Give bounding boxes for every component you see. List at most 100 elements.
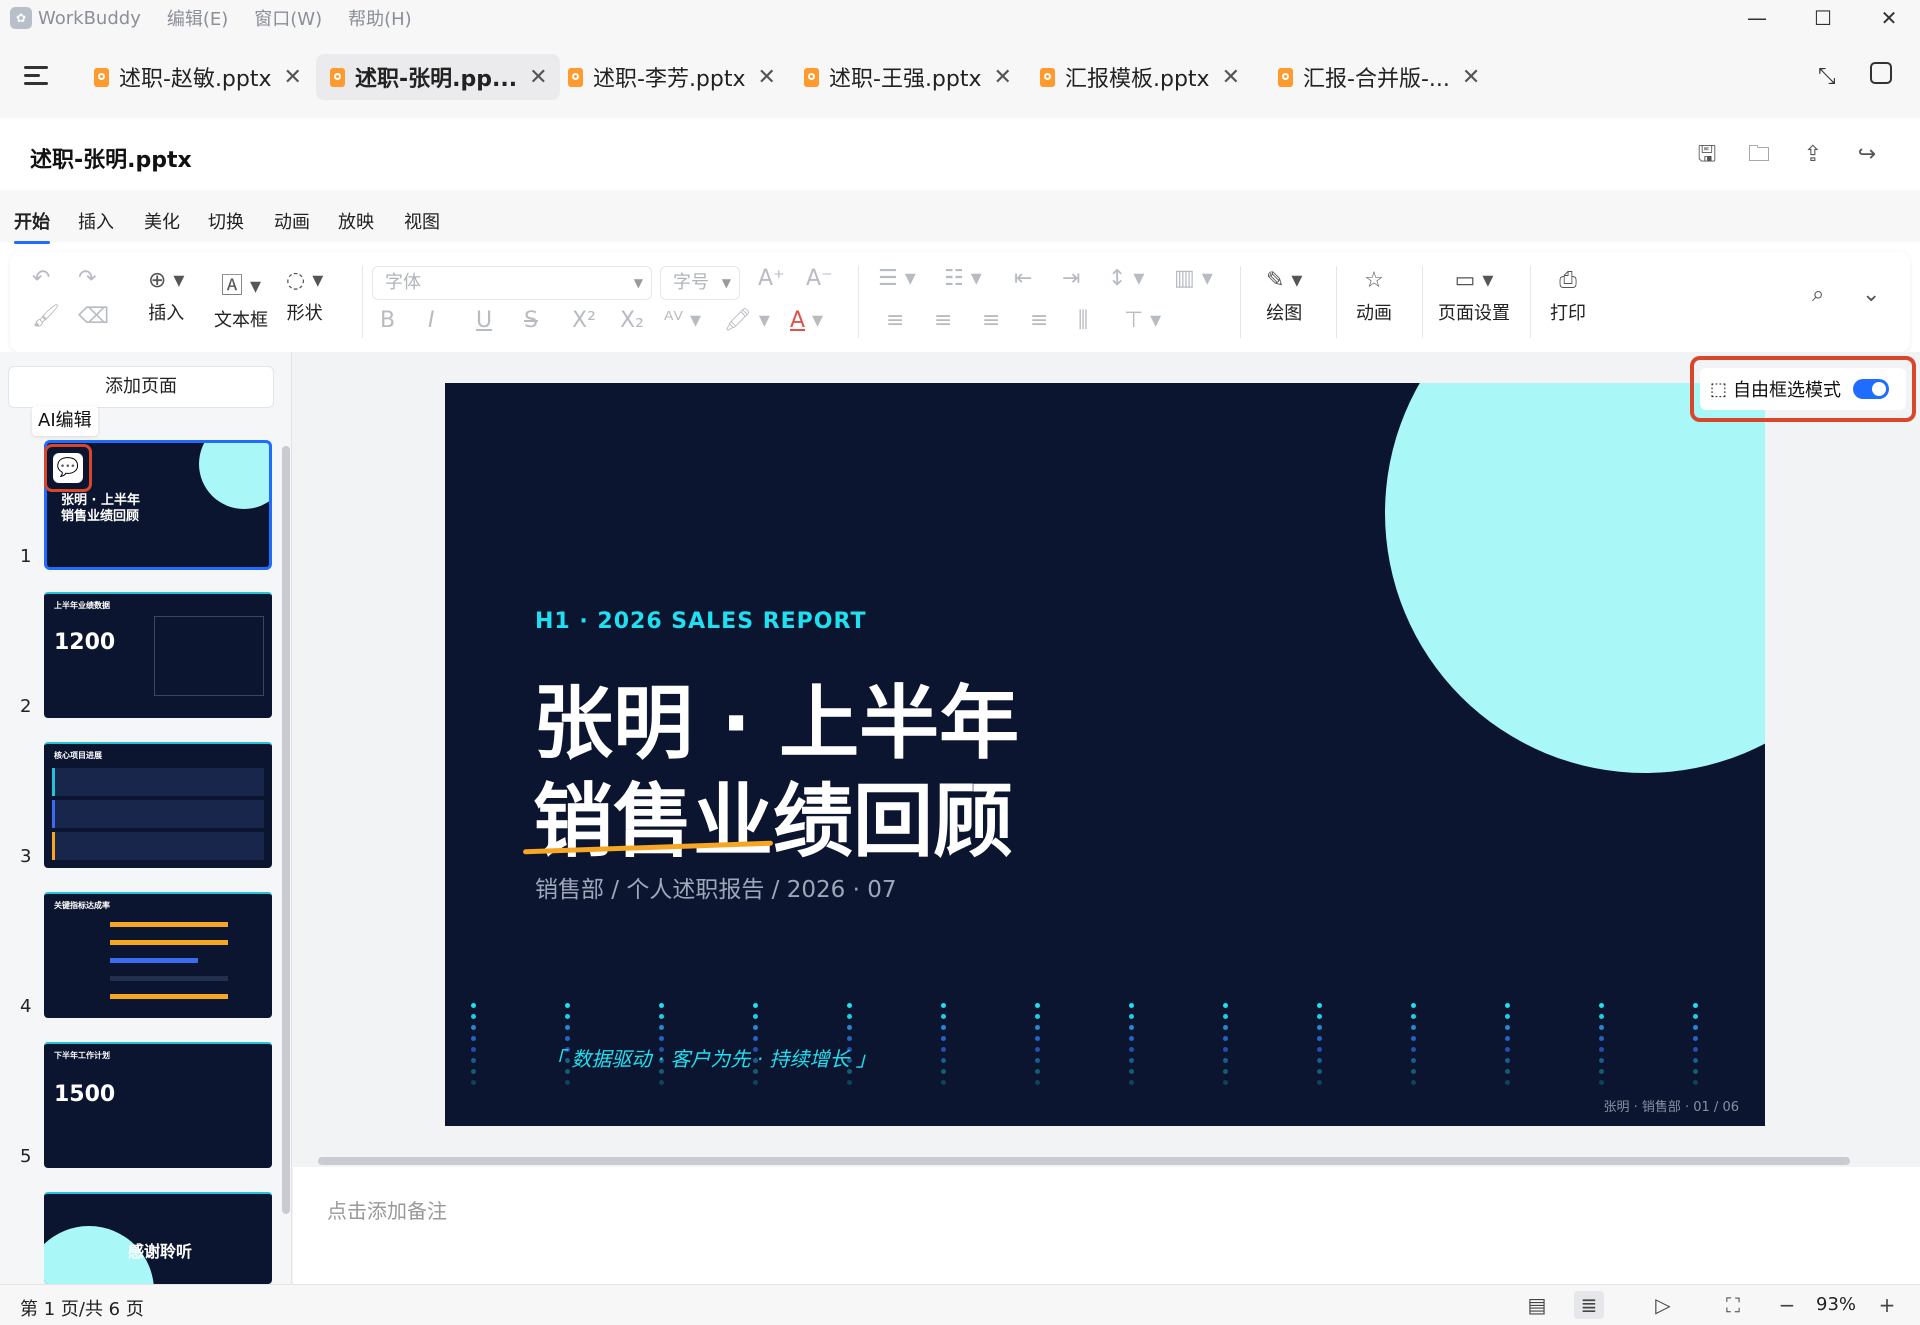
horizontal-scrollbar[interactable] <box>318 1157 1850 1165</box>
strikethrough-icon[interactable]: S <box>524 308 538 333</box>
notes-area[interactable]: 点击添加备注 <box>293 1167 1920 1284</box>
insert-button[interactable]: ⊕ ▾ 插入 <box>148 268 184 325</box>
tab-transition[interactable]: 切换 <box>208 208 244 234</box>
share-icon[interactable]: ↪ <box>1852 140 1882 170</box>
justify-icon[interactable]: ≡ <box>1030 308 1048 333</box>
format-painter-icon[interactable]: 🖌 <box>32 304 60 329</box>
highlight-icon[interactable]: 🖍 ▾ <box>724 308 770 333</box>
minimize-icon[interactable]: — <box>1730 0 1784 36</box>
slide-canvas[interactable]: H1 · 2026 SALES REPORT 张明 · 上半年 销售业绩回顾 销… <box>445 383 1765 1126</box>
char-spacing-icon[interactable]: ᴬⱽ ▾ <box>664 308 701 333</box>
thumbnail-slide-3[interactable]: 核心项目进展 <box>44 742 272 868</box>
thumbnail-slide-6[interactable]: 感谢聆听 <box>44 1192 272 1284</box>
redo-icon[interactable]: ↷ <box>78 266 96 291</box>
bar-decoration <box>110 976 228 981</box>
tab-close-icon[interactable]: ✕ <box>529 65 547 90</box>
close-window-icon[interactable]: ✕ <box>1862 0 1916 36</box>
tab-doc-5[interactable]: 汇报模板.pptx ✕ <box>1026 54 1252 100</box>
subscript-icon[interactable]: X₂ <box>620 308 644 333</box>
align-center-icon[interactable]: ≡ <box>934 308 952 333</box>
dot <box>1693 1036 1698 1041</box>
outline-view-icon[interactable]: ≣ <box>1574 1291 1604 1319</box>
thumbnails-scrollbar[interactable] <box>282 446 290 1214</box>
zoom-in-icon[interactable]: + <box>1872 1291 1902 1319</box>
menu-window[interactable]: 窗口(W) <box>254 5 322 31</box>
textbox-button[interactable]: 🄰 ▾ 文本框 <box>214 268 268 332</box>
decrease-font-icon[interactable]: A⁻ <box>806 266 833 291</box>
slide-slogan[interactable]: 「 数据驱动 · 客户为先 · 持续增长 」 <box>545 1043 876 1072</box>
sidebar-toggle-icon[interactable] <box>1870 62 1892 84</box>
tab-beautify[interactable]: 美化 <box>144 208 180 234</box>
draw-button[interactable]: ✎ ▾ 绘图 <box>1266 268 1302 325</box>
font-size-select[interactable]: 字号 ▼ <box>660 266 740 300</box>
shape-button[interactable]: ◌ ▾ 形状 <box>286 268 323 325</box>
increase-indent-icon[interactable]: ⇥ <box>1062 266 1080 291</box>
maximize-icon[interactable]: ☐ <box>1796 0 1850 36</box>
eraser-icon[interactable]: ⌫ <box>78 304 109 329</box>
upload-cloud-icon[interactable]: ⇪ <box>1798 140 1828 170</box>
dot <box>1223 1025 1228 1030</box>
underline-icon[interactable]: U <box>476 308 492 333</box>
increase-font-icon[interactable]: A⁺ <box>758 266 785 291</box>
ai-edit-button[interactable]: 💬 <box>44 444 92 492</box>
align-left-icon[interactable]: ≡ <box>886 308 904 333</box>
thumbnail-title: 核心项目进展 <box>54 751 102 760</box>
numbered-list-icon[interactable]: ☷ ▾ <box>944 266 982 291</box>
zoom-out-icon[interactable]: − <box>1772 1291 1802 1319</box>
page-setup-button[interactable]: ▭ ▾ 页面设置 <box>1438 268 1510 325</box>
italic-icon[interactable]: I <box>428 308 435 333</box>
font-family-select[interactable]: 字体 ▼ <box>372 266 652 300</box>
bold-icon[interactable]: B <box>380 308 395 333</box>
align-right-icon[interactable]: ≡ <box>982 308 1000 333</box>
tab-close-icon[interactable]: ✕ <box>994 65 1012 90</box>
undo-icon[interactable]: ↶ <box>32 266 50 291</box>
search-icon[interactable]: ⌕ <box>1812 282 1824 307</box>
play-slideshow-icon[interactable]: ▷ <box>1648 1291 1678 1319</box>
animation-button[interactable]: ☆ 动画 <box>1356 268 1392 325</box>
fit-to-window-icon[interactable]: ⛶ <box>1718 1291 1748 1319</box>
line-spacing-icon[interactable]: ↕ ▾ <box>1108 266 1144 291</box>
slide-title[interactable]: 张明 · 上半年 销售业绩回顾 <box>533 675 1019 871</box>
font-color-icon[interactable]: A ▾ <box>790 308 823 333</box>
hamburger-menu-icon[interactable] <box>24 66 48 86</box>
print-button[interactable]: ⎙ 打印 <box>1550 268 1586 325</box>
toggle-switch[interactable] <box>1853 379 1890 399</box>
slide-footer[interactable]: 张明 · 销售部 · 01 / 06 <box>1603 1096 1739 1115</box>
thumbnail-slide-2[interactable]: 上半年业绩数据 1200 <box>44 592 272 718</box>
chevron-down-icon[interactable]: ⌄ <box>1862 282 1880 307</box>
thumbnail-slide-5[interactable]: 下半年工作计划 1500 <box>44 1042 272 1168</box>
columns-icon[interactable]: ▥ ▾ <box>1174 266 1213 291</box>
tab-insert[interactable]: 插入 <box>78 208 114 234</box>
tab-close-icon[interactable]: ✕ <box>1222 65 1240 90</box>
tab-doc-3[interactable]: 述职-李芳.pptx ✕ <box>554 54 788 100</box>
normal-view-icon[interactable]: ▤ <box>1522 1291 1552 1319</box>
tab-close-icon[interactable]: ✕ <box>1462 65 1480 90</box>
tab-doc-2[interactable]: 述职-张明.pp... ✕ <box>316 54 560 100</box>
add-page-button[interactable]: 添加页面 <box>8 366 274 408</box>
free-select-toggle[interactable]: ⬚ 自由框选模式 <box>1700 368 1906 410</box>
tab-doc-1[interactable]: 述职-赵敏.pptx ✕ <box>80 54 314 100</box>
dot <box>1317 1036 1322 1041</box>
menu-help[interactable]: 帮助(H) <box>348 5 412 31</box>
tab-close-icon[interactable]: ✕ <box>284 65 302 90</box>
tab-start[interactable]: 开始 <box>14 208 50 244</box>
save-icon[interactable]: 🖫 <box>1692 140 1722 170</box>
superscript-icon[interactable]: X² <box>572 308 596 333</box>
tab-animation[interactable]: 动画 <box>274 208 310 234</box>
bullet-list-icon[interactable]: ☰ ▾ <box>878 266 916 291</box>
tab-doc-6[interactable]: 汇报-合并版-... ✕ <box>1264 54 1492 100</box>
collapse-icon[interactable]: ⤡ <box>1818 64 1836 89</box>
ai-chat-icon: 💬 <box>53 453 83 483</box>
slide-kicker[interactable]: H1 · 2026 SALES REPORT <box>535 609 866 634</box>
tab-doc-4[interactable]: 述职-王强.pptx ✕ <box>790 54 1024 100</box>
slide-subtitle[interactable]: 销售部 / 个人述职报告 / 2026 · 07 <box>535 870 896 904</box>
tab-view[interactable]: 视图 <box>404 208 440 234</box>
tab-close-icon[interactable]: ✕ <box>758 65 776 90</box>
distribute-icon[interactable]: ⫼ <box>1078 308 1088 333</box>
tab-slideshow[interactable]: 放映 <box>338 208 374 234</box>
menu-edit[interactable]: 编辑(E) <box>167 5 228 31</box>
decrease-indent-icon[interactable]: ⇤ <box>1014 266 1032 291</box>
vertical-align-icon[interactable]: ⊤ ▾ <box>1124 308 1161 333</box>
folder-icon[interactable]: 🗀 <box>1744 140 1774 170</box>
thumbnail-slide-4[interactable]: 关键指标达成率 <box>44 892 272 1018</box>
